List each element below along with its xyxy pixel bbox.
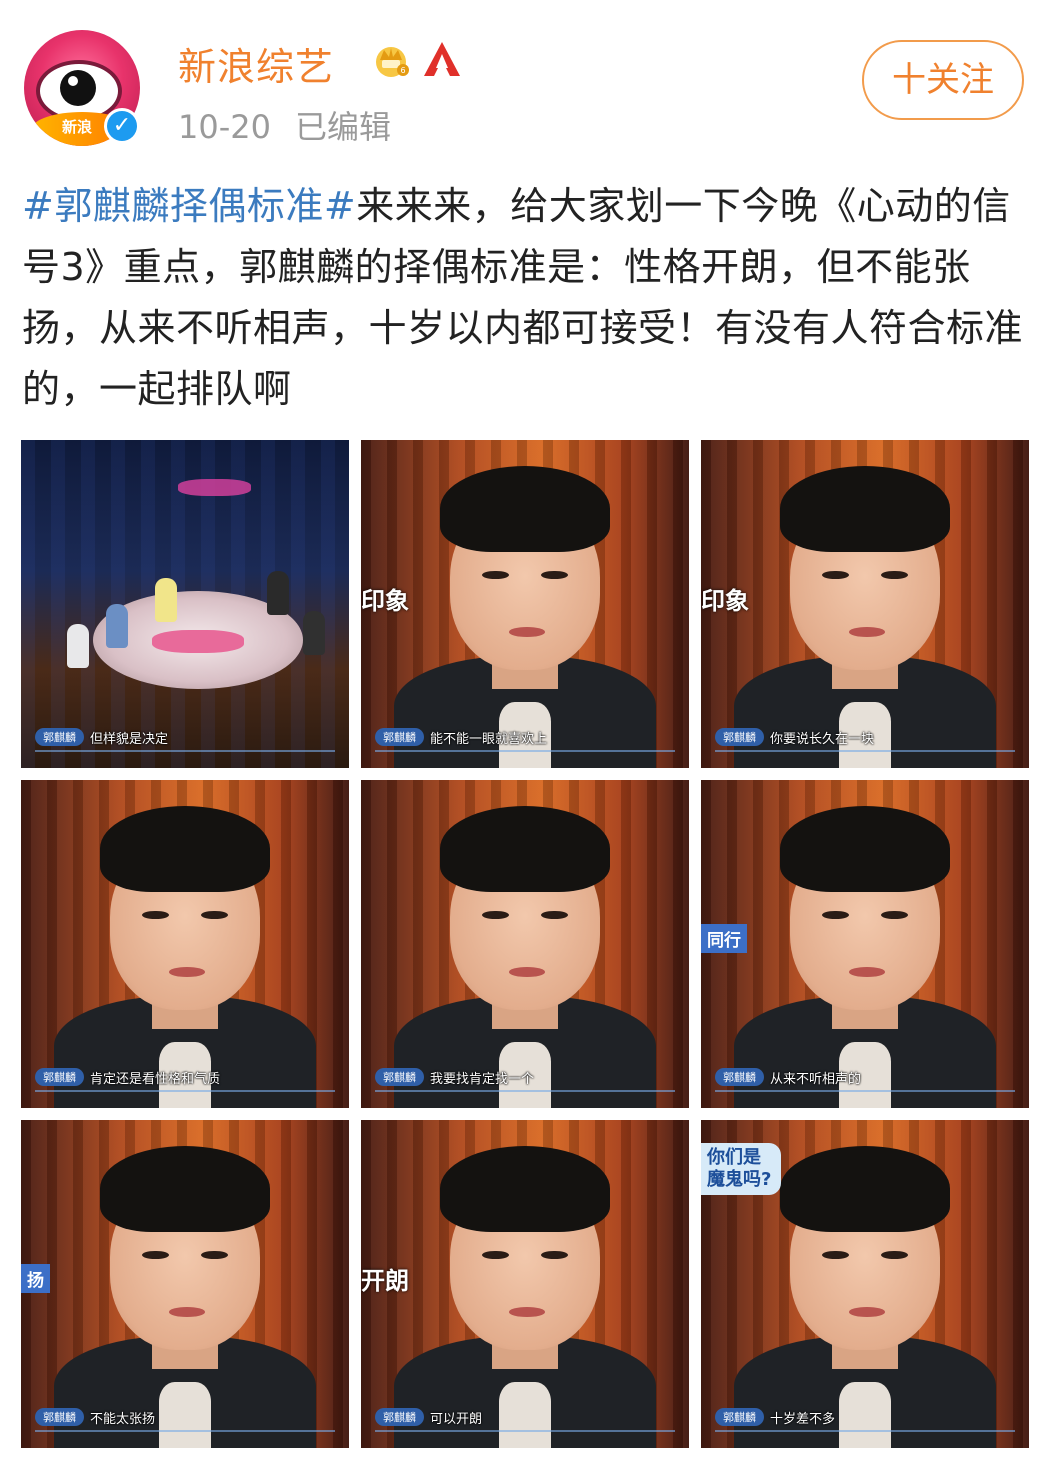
grid-image-3[interactable]: 印象 郭麒麟 你要说长久在一块 xyxy=(701,440,1029,768)
post-text: #郭麒麟择偶标准#来来来，给大家划一下今晚《心动的信号3》重点，郭麒麟的择偶标准… xyxy=(22,176,1026,420)
subtitle: 郭麒麟 能不能一眼就喜欢上 xyxy=(375,726,547,748)
grid-image-2[interactable]: 印象 郭麒麟 能不能一眼就喜欢上 xyxy=(361,440,689,768)
speaker-tag: 郭麒麟 xyxy=(375,728,424,746)
subtitle-text: 但样貌是决定 xyxy=(90,731,169,747)
follow-button[interactable]: 十关注 xyxy=(862,40,1024,120)
subtitle: 郭麒麟 从来不听相声的 xyxy=(715,1066,861,1088)
subtitle: 郭麒麟 不能太张扬 xyxy=(35,1406,155,1428)
subtitle: 郭麒麟 肯定还是看性格和气质 xyxy=(35,1066,220,1088)
subtitle: 郭麒麟 十岁差不多 xyxy=(715,1406,835,1428)
speaker-tag: 郭麒麟 xyxy=(35,1408,84,1426)
grid-image-9[interactable]: 你们是魔鬼吗? 郭麒麟 十岁差不多 xyxy=(701,1120,1029,1448)
speaker-tag: 郭麒麟 xyxy=(375,1068,424,1086)
speaker-tag: 郭麒麟 xyxy=(375,1408,424,1426)
subtitle-text: 你要说长久在一块 xyxy=(770,731,875,747)
grid-image-5[interactable]: 郭麒麟 我要找肯定找一个 xyxy=(361,780,689,1108)
subtitle-text: 能不能一眼就喜欢上 xyxy=(430,731,548,747)
subtitle-text: 肯定还是看性格和气质 xyxy=(90,1071,221,1087)
account-name[interactable]: 新浪综艺 xyxy=(178,36,334,91)
post-date: 10-20 xyxy=(178,108,271,146)
speaker-tag: 郭麒麟 xyxy=(715,1408,764,1426)
avatar-label: 新浪 xyxy=(62,118,93,136)
side-caption: 开朗 xyxy=(361,1267,409,1296)
grid-image-4[interactable]: 郭麒麟 肯定还是看性格和气质 xyxy=(21,780,349,1108)
speaker-tag: 郭麒麟 xyxy=(35,728,84,746)
speaker-tag: 郭麒麟 xyxy=(715,1068,764,1086)
subtitle-text: 可以开朗 xyxy=(430,1411,483,1427)
subtitle-text: 从来不听相声的 xyxy=(770,1071,862,1087)
side-caption: 印象 xyxy=(361,587,409,616)
side-caption: 印象 xyxy=(701,587,749,616)
post-header: 新浪 ✓ 新浪综艺 6 10-20 已编辑 十关注 xyxy=(0,0,1046,160)
svg-text:6: 6 xyxy=(400,66,405,75)
verified-icon: ✓ xyxy=(104,108,140,144)
edited-label: 已编辑 xyxy=(294,108,391,146)
speaker-tag: 郭麒麟 xyxy=(715,728,764,746)
side-caption: 同行 xyxy=(701,924,747,954)
subtitle: 郭麒麟 可以开朗 xyxy=(375,1406,482,1428)
side-caption: 扬 xyxy=(21,1264,50,1294)
subtitle-text: 十岁差不多 xyxy=(770,1411,836,1427)
speaker-tag: 郭麒麟 xyxy=(35,1068,84,1086)
subtitle-text: 不能太张扬 xyxy=(90,1411,156,1427)
image-grid: 郭麒麟 但样貌是决定 印象 郭麒麟 能不能一眼就喜欢上 印象 郭麒麟 你要说长久… xyxy=(21,440,1029,1448)
subtitle: 郭麒麟 你要说长久在一块 xyxy=(715,726,874,748)
crown-icon: 6 xyxy=(376,47,409,77)
grid-image-7[interactable]: 扬 郭麒麟 不能太张扬 xyxy=(21,1120,349,1448)
subtitle: 郭麒麟 我要找肯定找一个 xyxy=(375,1066,534,1088)
vip-red-a-icon xyxy=(424,42,460,76)
subtitle: 郭麒麟 但样貌是决定 xyxy=(35,726,168,748)
speech-bubble: 你们是魔鬼吗? xyxy=(701,1142,781,1195)
grid-image-6[interactable]: 同行 郭麒麟 从来不听相声的 xyxy=(701,780,1029,1108)
hashtag-link[interactable]: #郭麒麟择偶标准# xyxy=(22,184,356,228)
grid-image-1[interactable]: 郭麒麟 但样貌是决定 xyxy=(21,440,349,768)
subtitle-text: 我要找肯定找一个 xyxy=(430,1071,535,1087)
post-meta: 10-20 已编辑 xyxy=(178,102,391,148)
grid-image-8[interactable]: 开朗 郭麒麟 可以开朗 xyxy=(361,1120,689,1448)
